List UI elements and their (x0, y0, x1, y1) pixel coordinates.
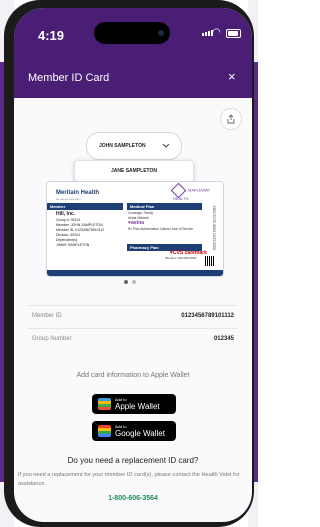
partner-logo: MAPLEWAY HEALTH (170, 182, 223, 201)
card-side-info: 2023/12/31 DOB 01/01/1982 (204, 206, 217, 254)
status-time: 4:19 (38, 28, 65, 43)
card-brand-sub: an aetna company (56, 197, 81, 201)
apple-wallet-big: Apple Wallet (115, 402, 160, 411)
member-id-card[interactable]: Meritain Health an aetna company MAPLEWA… (46, 181, 224, 277)
member-id-label: Member ID (32, 313, 62, 319)
member-option-jane[interactable]: JANE SAMPLETON (74, 160, 194, 182)
wifi-icon: ◠ (212, 27, 221, 38)
medical-details: Coverage: Family Aetna Network ♥aetna Rx… (128, 211, 206, 232)
status-bar: 4:19 ◠ (14, 8, 252, 58)
medical-plan-header: Medical Plan (127, 203, 202, 210)
add-to-apple-wallet-button[interactable]: Add to Apple Wallet (92, 394, 176, 414)
google-wallet-icon (98, 425, 111, 437)
group-number-row: Group Number 012345 (28, 328, 238, 351)
apple-wallet-icon (98, 398, 111, 410)
pharmacy-info: Member: 000-000-0000 (165, 256, 197, 260)
page-title: Member ID Card (28, 72, 110, 84)
member-selector[interactable]: JOHN SAMPLETON (86, 132, 182, 160)
employer-name: Hill, Inc. (56, 211, 76, 217)
aetna-logo: ♥aetna (128, 220, 145, 226)
dynamic-island (94, 22, 170, 44)
google-wallet-big: Google Wallet (115, 429, 165, 438)
header: Member ID Card × (14, 58, 252, 98)
group-number-value: 012345 (213, 336, 234, 342)
add-to-google-wallet-button[interactable]: Add to Google Wallet (92, 421, 176, 441)
screen: 4:19 ◠ Member ID Card × JOHN SAMPLETON J… (14, 8, 252, 522)
replacement-question: Do you need a replacement ID card? (67, 456, 199, 465)
close-button[interactable]: × (228, 69, 236, 84)
battery-icon (226, 29, 241, 38)
camera-icon (158, 30, 164, 36)
phone-number-link[interactable]: 1-800-606-3564 (14, 495, 252, 502)
carousel-dot[interactable] (132, 280, 136, 284)
card-footer-bar (47, 270, 223, 276)
replacement-description: If you need a replacement for your membe… (18, 472, 240, 487)
carousel-dot-active[interactable] (124, 280, 128, 284)
qr-code-icon (205, 256, 215, 266)
card-side-text: 2023/12/31 DOB 01/01/1982 (212, 205, 217, 251)
group-number-label: Group Number (32, 336, 72, 342)
member-id-value: 0123456789101112 (181, 313, 234, 319)
member-section-header: Member (47, 203, 123, 210)
member-selector-label: JOHN SAMPLETON (99, 143, 146, 149)
share-button[interactable] (220, 108, 242, 130)
member-details: Hill, Inc. Group #: 09214 Member: JOHN S… (56, 211, 104, 248)
share-icon (227, 114, 235, 124)
carousel-indicator[interactable] (124, 280, 136, 284)
chevron-down-icon (162, 143, 170, 148)
dependent-name: JIMMY SAMPLETON (56, 243, 90, 247)
card-brand-logo: Meritain Health (56, 190, 100, 196)
wallet-prompt: Add card information to Apple Wallet (76, 372, 190, 379)
phone-frame: 4:19 ◠ Member ID Card × JOHN SAMPLETON J… (4, 0, 254, 527)
medical-note: Rx Prior Authorization Claims Level of S… (128, 227, 194, 231)
member-id-row: Member ID 0123456789101112 (28, 305, 238, 328)
